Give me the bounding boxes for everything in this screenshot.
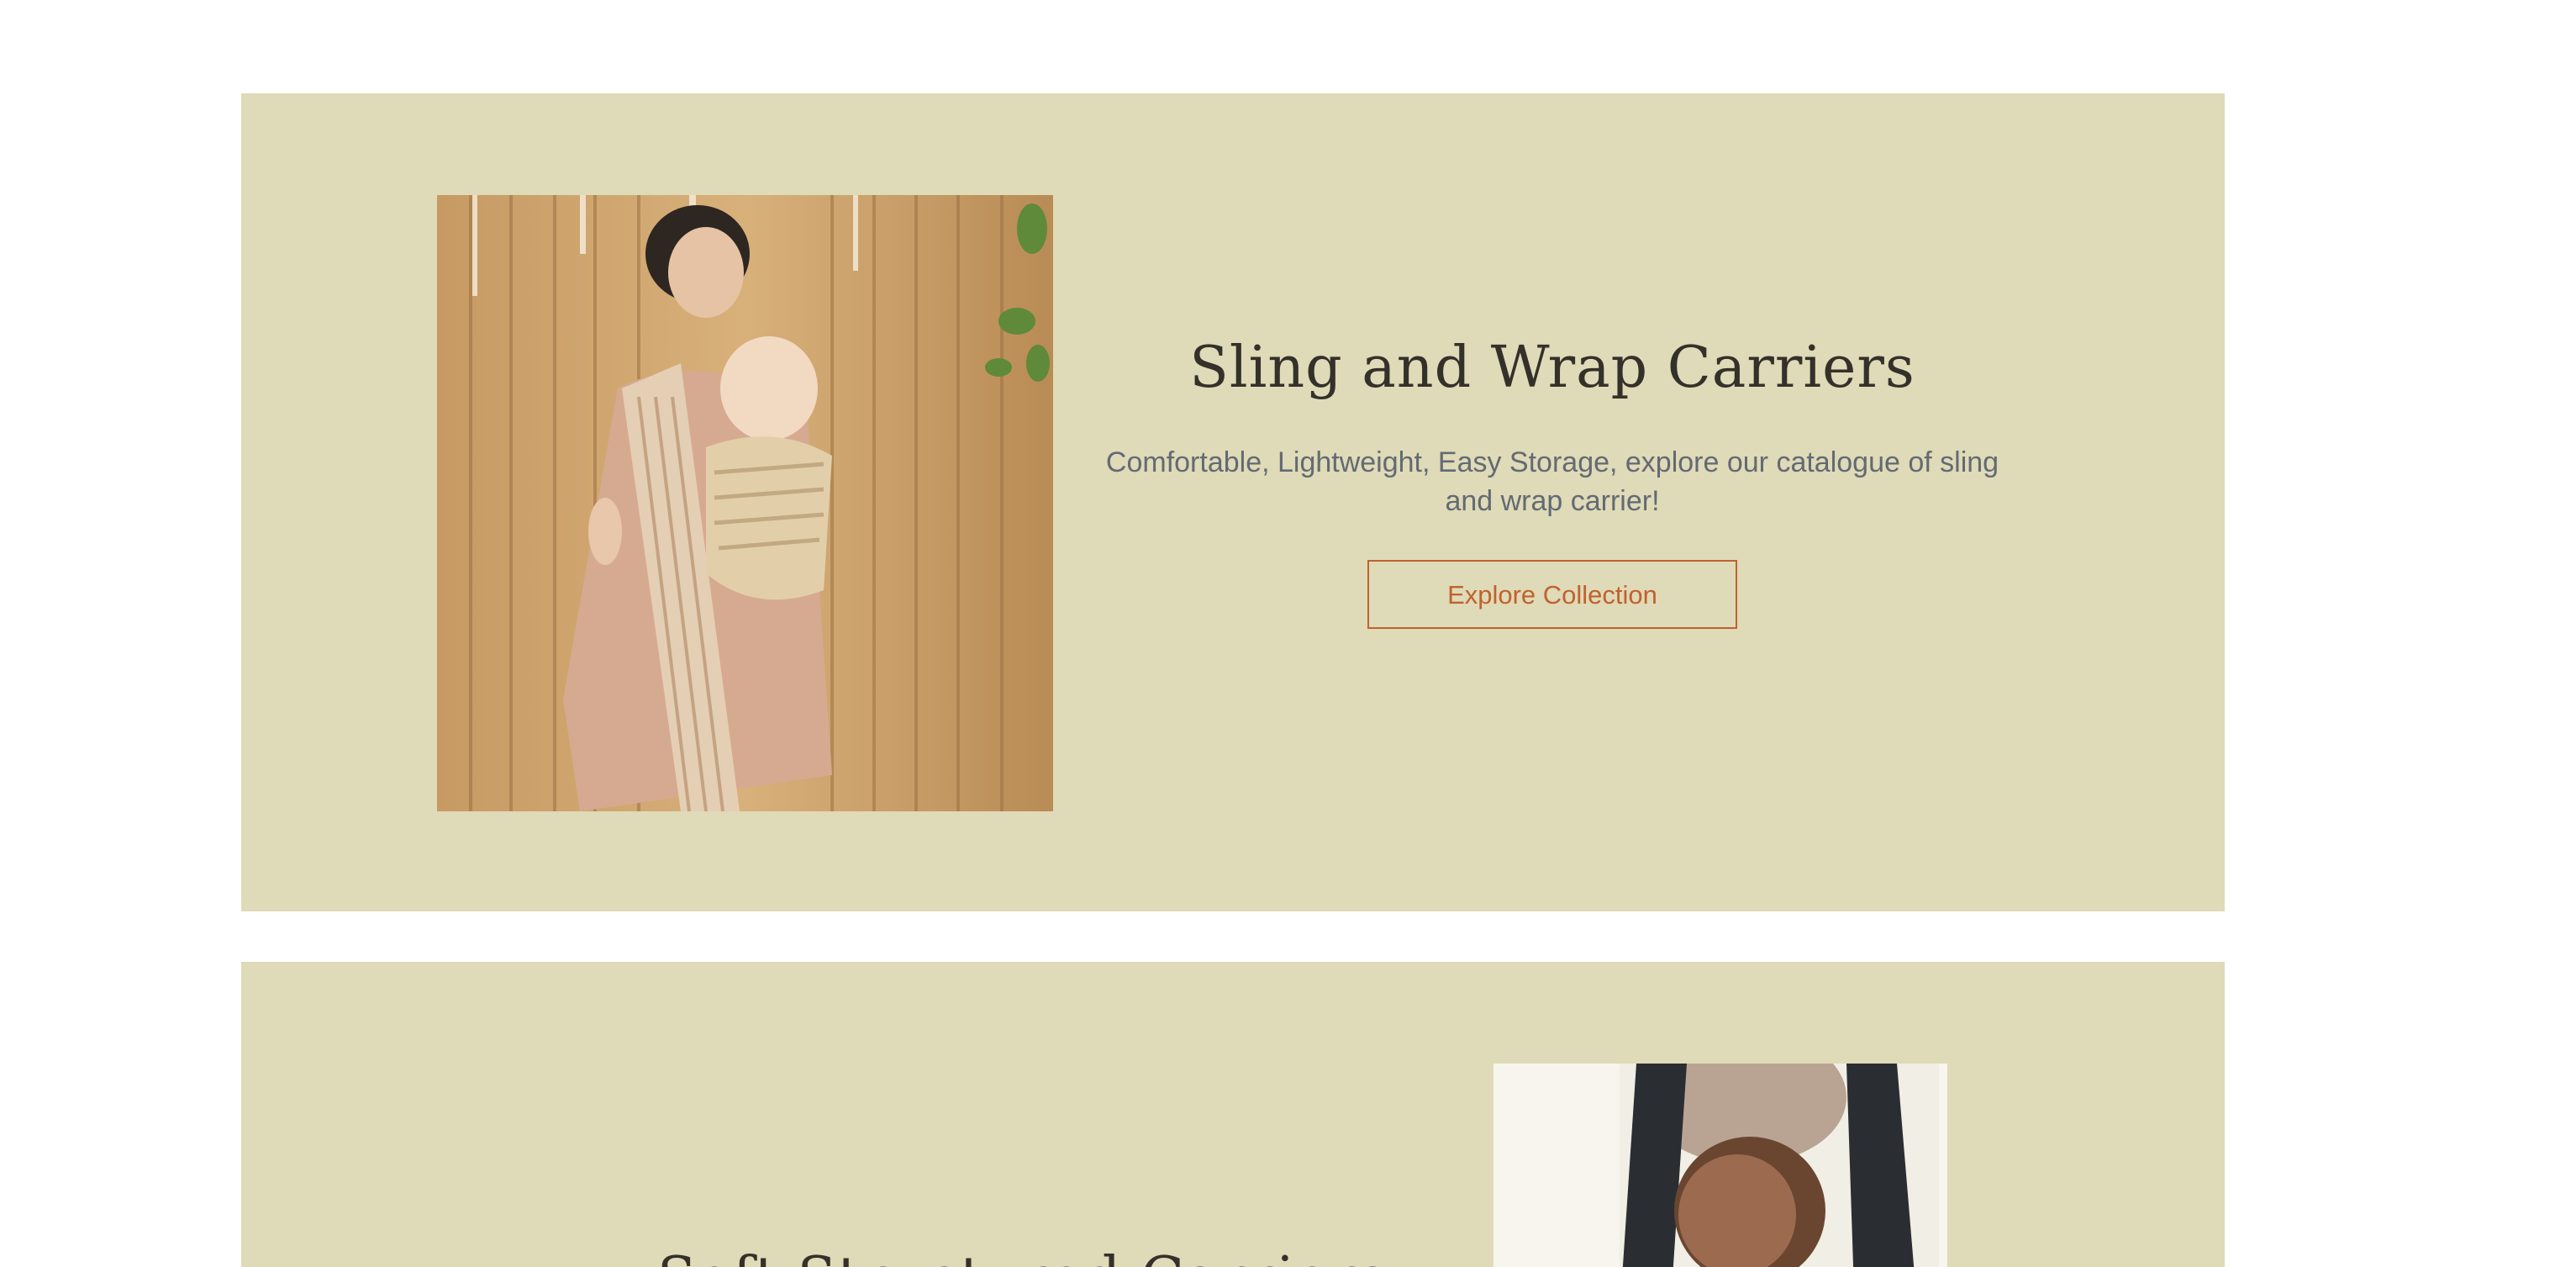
section-subtitle: Comfortable, Lightweight, Easy Storage, … xyxy=(1105,446,1999,517)
sling-carrier-photo-art xyxy=(437,195,1053,811)
section-title: Soft Structured Carriers xyxy=(645,1247,1401,1267)
structured-carrier-photo-art xyxy=(1493,1064,1947,1267)
structured-carrier-photo xyxy=(1493,1064,1947,1267)
structured-carriers-content: Soft Structured Carriers xyxy=(645,1247,1401,1267)
sling-wrap-content: Sling and Wrap Carriers Comfortable, Lig… xyxy=(1098,335,2006,629)
structured-carriers-section: Soft Structured Carriers xyxy=(241,962,2225,1267)
explore-collection-button[interactable]: Explore Collection xyxy=(1367,559,1737,629)
section-title: Sling and Wrap Carriers xyxy=(1189,335,1915,401)
sling-wrap-section: Sling and Wrap Carriers Comfortable, Lig… xyxy=(241,93,2225,911)
sling-carrier-photo xyxy=(437,195,1053,811)
